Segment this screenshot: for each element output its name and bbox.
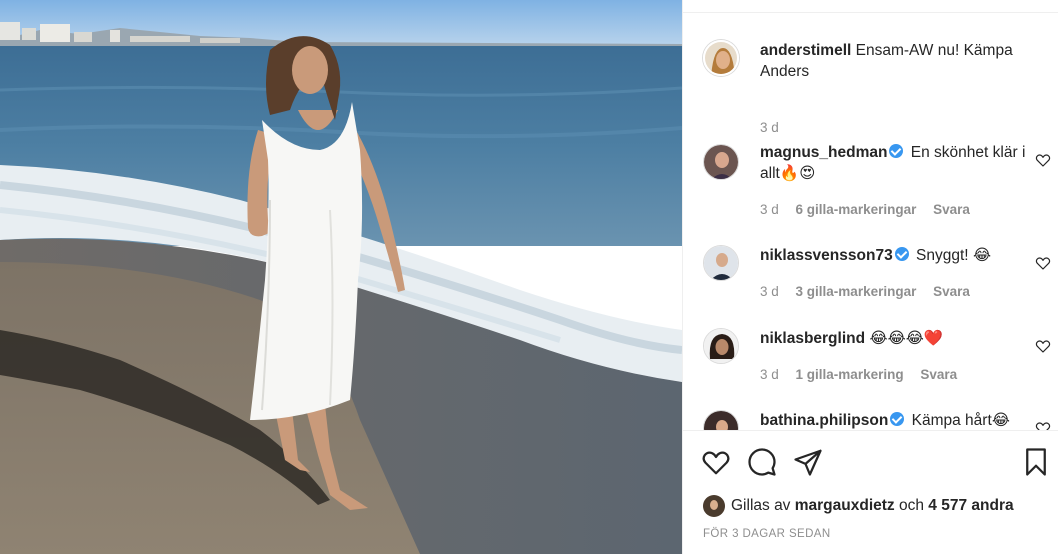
- comment-text: magnus_hedman En skönhet klär i allt🔥😍: [760, 142, 1028, 184]
- share-icon[interactable]: [793, 447, 823, 477]
- caption-username[interactable]: anderstimell: [760, 42, 851, 59]
- comment-text: bathina.philipson Kämpa hårt😂: [760, 410, 1028, 430]
- comment-meta: 3 d 1 gilla-markering Svara: [760, 367, 970, 382]
- comment-time[interactable]: 3 d: [760, 284, 779, 299]
- comment-like-heart-icon[interactable]: [1035, 420, 1051, 430]
- comment-text: niklassvensson73 Snyggt! 😂: [760, 245, 1028, 266]
- post-side-panel: anderstimell Ensam-AW nu! Kämpa Anders 3…: [682, 0, 1058, 554]
- post-photo: [0, 0, 682, 554]
- comment-time[interactable]: 3 d: [760, 367, 779, 382]
- comment-likes[interactable]: 3 gilla-markeringar: [796, 284, 917, 299]
- likes-prefix: Gillas av: [731, 497, 791, 514]
- comment-text: niklasberglind 😂😂😂❤️: [760, 328, 1028, 349]
- liker-username[interactable]: margauxdietz: [795, 497, 895, 514]
- comment-body: 😂😂😂❤️: [869, 330, 944, 347]
- comment-like-heart-icon[interactable]: [1035, 152, 1051, 168]
- verified-badge-icon: [889, 144, 904, 158]
- comment-like-heart-icon[interactable]: [1035, 255, 1051, 271]
- author-avatar-image: [705, 42, 737, 74]
- heart-icon[interactable]: [701, 447, 731, 477]
- verified-badge-icon: [894, 247, 909, 261]
- comment-time[interactable]: 3 d: [760, 202, 779, 217]
- caption-time[interactable]: 3 d: [760, 120, 779, 135]
- comment-meta: 3 d 3 gilla-markeringar Svara: [760, 284, 983, 299]
- verified-badge-icon: [890, 412, 905, 426]
- panel-top-divider: [683, 0, 1058, 13]
- comment-username[interactable]: bathina.philipson: [760, 412, 888, 429]
- comment-username[interactable]: niklassvensson73: [760, 247, 893, 264]
- comment-likes[interactable]: 1 gilla-markering: [796, 367, 904, 382]
- commenter-avatar[interactable]: [703, 245, 739, 281]
- reply-button[interactable]: Svara: [920, 367, 957, 382]
- comment-username[interactable]: magnus_hedman: [760, 144, 887, 161]
- comment-body: Snyggt! 😂: [916, 247, 991, 264]
- beach-photo-illustration: [0, 0, 682, 554]
- liker-avatar[interactable]: [703, 495, 725, 517]
- commenter-avatar-image: [704, 329, 738, 363]
- reply-button[interactable]: Svara: [933, 202, 970, 217]
- bookmark-icon[interactable]: [1021, 447, 1051, 477]
- commenter-avatar[interactable]: [703, 410, 739, 430]
- comment-likes[interactable]: 6 gilla-markeringar: [796, 202, 917, 217]
- likes-conjunction: och: [898, 497, 924, 514]
- caption-meta: 3 d: [760, 120, 792, 135]
- comment-icon[interactable]: [747, 447, 777, 477]
- likes-count[interactable]: 4 577 andra: [928, 497, 1013, 514]
- comment-list[interactable]: anderstimell Ensam-AW nu! Kämpa Anders 3…: [683, 14, 1058, 430]
- comment-body: Kämpa hårt😂: [911, 412, 1010, 429]
- comment-username[interactable]: niklasberglind: [760, 330, 865, 347]
- commenter-avatar[interactable]: [703, 328, 739, 364]
- commenter-avatar[interactable]: [703, 144, 739, 180]
- actions-divider: [683, 430, 1058, 431]
- post-date[interactable]: FÖR 3 DAGAR SEDAN: [703, 528, 831, 540]
- comment-like-heart-icon[interactable]: [1035, 338, 1051, 354]
- caption-text: anderstimell Ensam-AW nu! Kämpa Anders: [760, 40, 1028, 82]
- reply-button[interactable]: Svara: [933, 284, 970, 299]
- likes-summary: Gillas av margauxdietz och 4 577 andra: [731, 497, 1014, 515]
- author-avatar[interactable]: [703, 40, 739, 76]
- commenter-avatar-image: [704, 246, 738, 280]
- liker-avatar-image: [703, 495, 725, 517]
- commenter-avatar-image: [704, 411, 738, 430]
- comment-meta: 3 d 6 gilla-markeringar Svara: [760, 202, 983, 217]
- commenter-avatar-image: [704, 145, 738, 179]
